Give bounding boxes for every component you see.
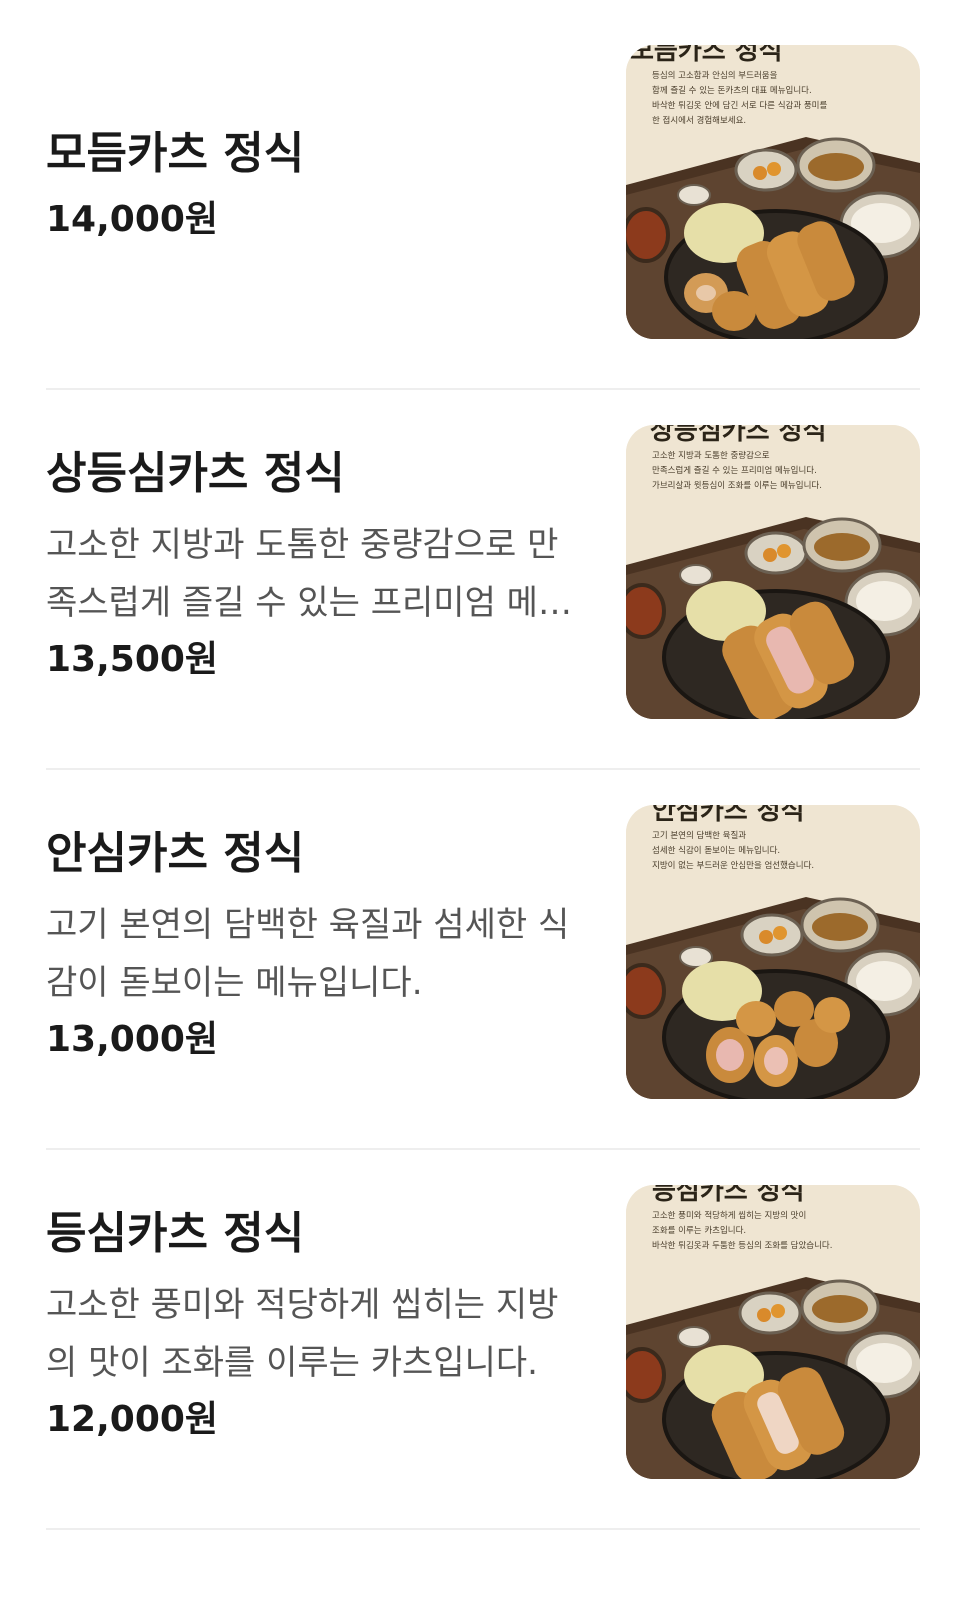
menu-item-tenderloin-katsu[interactable]: 안심카츠 정식 고기 본연의 담백한 육질과 섬세한 식감이 돋보이는 메뉴입니… xyxy=(46,760,920,1150)
food-illustration: 상등심카츠 정식 고소한 지방과 도톰한 중량감으로 만족스럽게 즐길 수 있는… xyxy=(626,425,920,719)
svg-text:만족스럽게 즐길 수 있는 프리미엄 메뉴입니다.: 만족스럽게 즐길 수 있는 프리미엄 메뉴입니다. xyxy=(652,465,817,476)
menu-item-premium-loin-katsu[interactable]: 상등심카츠 정식 고소한 지방과 도톰한 중량감으로 만족스럽게 즐길 수 있는… xyxy=(46,380,920,770)
menu-item-photo: 상등심카츠 정식 고소한 지방과 도톰한 중량감으로 만족스럽게 즐길 수 있는… xyxy=(626,425,920,719)
svg-text:안심카츠 정식: 안심카츠 정식 xyxy=(652,805,805,826)
food-illustration: 모듬카츠 정식 등심의 고소함과 안심의 부드러움을 함께 즐길 수 있는 돈카… xyxy=(626,45,920,339)
menu-item-description: 고기 본연의 담백한 육질과 섬세한 식감이 돋보이는 메뉴입니다. xyxy=(46,905,570,1003)
svg-text:바삭한 튀김옷과 두툼한 등심의 조화를 담았습니다.: 바삭한 튀김옷과 두툼한 등심의 조화를 담았습니다. xyxy=(652,1240,832,1251)
menu-item-info: 모듬카츠 정식 14,000원 xyxy=(46,0,606,388)
svg-text:상등심카츠 정식: 상등심카츠 정식 xyxy=(650,425,827,446)
menu-item-name: 등심카츠 정식 xyxy=(46,1208,305,1259)
menu-item-name: 모듬카츠 정식 xyxy=(46,128,305,179)
svg-text:가브리살과 윗등심이 조화를 이루는 메뉴입니다.: 가브리살과 윗등심이 조화를 이루는 메뉴입니다. xyxy=(652,480,822,491)
svg-text:고소한 지방과 도톰한 중량감으로: 고소한 지방과 도톰한 중량감으로 xyxy=(652,450,770,461)
svg-text:등심카츠 정식: 등심카츠 정식 xyxy=(652,1185,805,1206)
menu-item-photo: 안심카츠 정식 고기 본연의 담백한 육질과 섬세한 식감이 돋보이는 메뉴입니… xyxy=(626,805,920,1099)
menu-item-info: 안심카츠 정식 고기 본연의 담백한 육질과 섬세한 식감이 돋보이는 메뉴입니… xyxy=(46,760,606,1148)
menu-list: 모듬카츠 정식 14,000원 모듬카츠 정식 등심의 고소함과 안심의 부드러… xyxy=(0,0,966,1613)
svg-text:모듬카츠 정식: 모듬카츠 정식 xyxy=(630,45,783,66)
food-illustration: 등심카츠 정식 고소한 풍미와 적당하게 씹히는 지방의 맛이 조화를 이루는 … xyxy=(626,1185,920,1479)
svg-text:지방이 없는 부드러운 안심만을 엄선했습니다.: 지방이 없는 부드러운 안심만을 엄선했습니다. xyxy=(652,860,814,871)
menu-item-description: 고소한 풍미와 적당하게 씹히는 지방의 맛이 조화를 이루는 카츠입니다. xyxy=(46,1285,559,1383)
menu-item-photo: 등심카츠 정식 고소한 풍미와 적당하게 씹히는 지방의 맛이 조화를 이루는 … xyxy=(626,1185,920,1479)
menu-item-photo: 모듬카츠 정식 등심의 고소함과 안심의 부드러움을 함께 즐길 수 있는 돈카… xyxy=(626,45,920,339)
menu-item-price: 13,500원 xyxy=(46,639,219,680)
menu-item-info: 상등심카츠 정식 고소한 지방과 도톰한 중량감으로 만족스럽게 즐길 수 있는… xyxy=(46,380,606,768)
menu-item-name: 상등심카츠 정식 xyxy=(46,448,345,499)
svg-text:섬세한 식감이 돋보이는 메뉴입니다.: 섬세한 식감이 돋보이는 메뉴입니다. xyxy=(652,845,780,856)
svg-text:함께 즐길 수 있는 돈카츠의 대표 메뉴입니다.: 함께 즐길 수 있는 돈카츠의 대표 메뉴입니다. xyxy=(652,85,812,96)
menu-item-loin-katsu[interactable]: 등심카츠 정식 고소한 풍미와 적당하게 씹히는 지방의 맛이 조화를 이루는 … xyxy=(46,1140,920,1530)
menu-item-assorted-katsu[interactable]: 모듬카츠 정식 14,000원 모듬카츠 정식 등심의 고소함과 안심의 부드러… xyxy=(46,0,920,390)
svg-text:고기 본연의 담백한 육질과: 고기 본연의 담백한 육질과 xyxy=(652,830,746,841)
food-illustration: 안심카츠 정식 고기 본연의 담백한 육질과 섬세한 식감이 돋보이는 메뉴입니… xyxy=(626,805,920,1099)
svg-text:등심의 고소함과 안심의 부드러움을: 등심의 고소함과 안심의 부드러움을 xyxy=(652,70,778,81)
svg-text:바삭한 튀김옷 안에 담긴 서로 다른 식감과 풍미를: 바삭한 튀김옷 안에 담긴 서로 다른 식감과 풍미를 xyxy=(652,100,827,111)
menu-item-info: 등심카츠 정식 고소한 풍미와 적당하게 씹히는 지방의 맛이 조화를 이루는 … xyxy=(46,1140,606,1528)
menu-item-price: 13,000원 xyxy=(46,1019,219,1060)
svg-text:한 접시에서 경험해보세요.: 한 접시에서 경험해보세요. xyxy=(652,115,746,126)
menu-item-price: 14,000원 xyxy=(46,199,219,240)
menu-item-price: 12,000원 xyxy=(46,1399,219,1440)
menu-item-name: 안심카츠 정식 xyxy=(46,828,305,879)
menu-item-description: 고소한 지방과 도톰한 중량감으로 만족스럽게 즐길 수 있는 프리미엄 메뉴입… xyxy=(46,525,570,623)
svg-text:고소한 풍미와 적당하게 씹히는 지방의 맛이: 고소한 풍미와 적당하게 씹히는 지방의 맛이 xyxy=(652,1210,806,1221)
svg-text:조화를 이루는 카츠입니다.: 조화를 이루는 카츠입니다. xyxy=(652,1225,746,1236)
